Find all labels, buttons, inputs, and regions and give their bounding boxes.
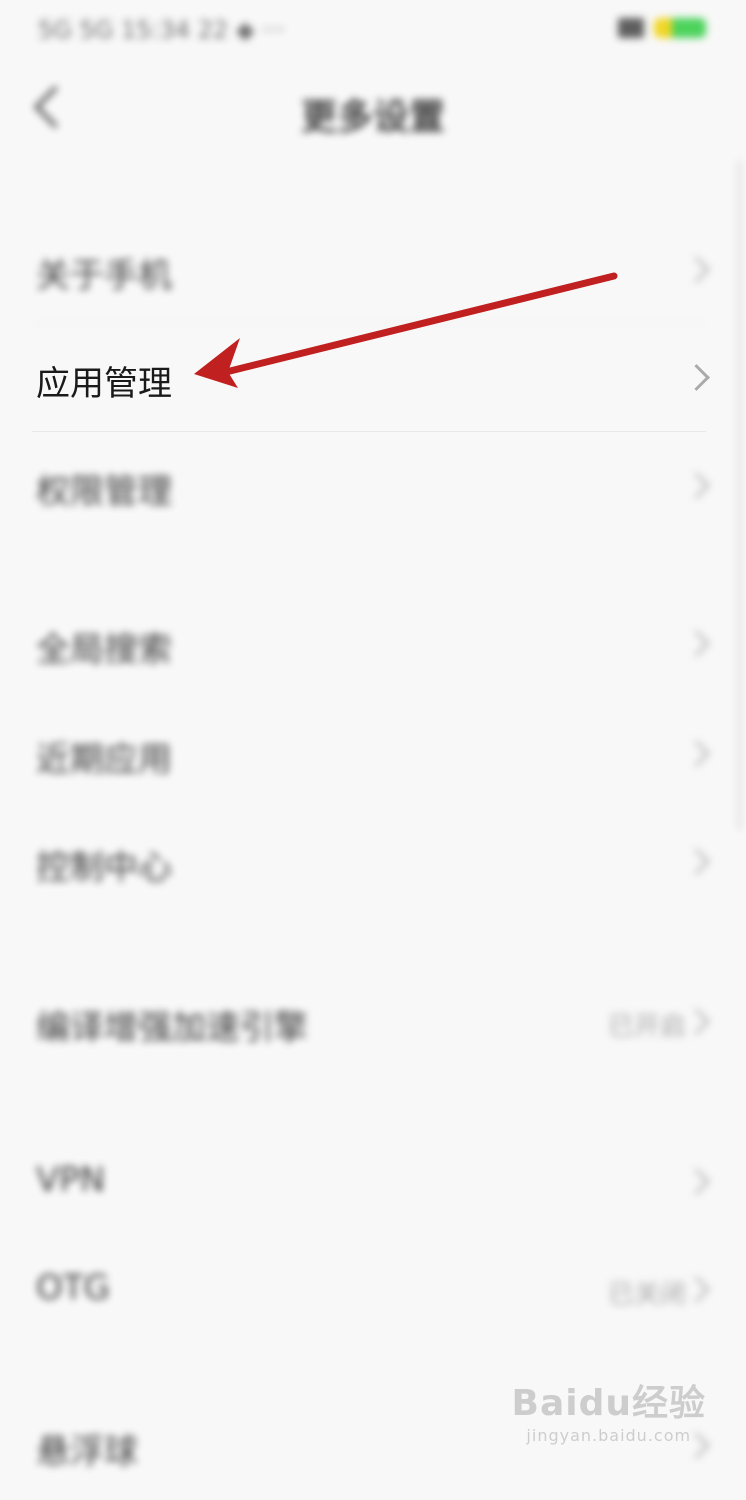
watermark-logo: Baidu经验 xyxy=(511,1383,706,1424)
arrow-head xyxy=(194,338,240,388)
arrow-shaft xyxy=(222,272,618,376)
annotation-arrow xyxy=(194,272,618,388)
watermark-url: jingyan.baidu.com xyxy=(526,1426,692,1445)
baidu-watermark: Baidu经验 jingyan.baidu.com xyxy=(512,1374,706,1445)
